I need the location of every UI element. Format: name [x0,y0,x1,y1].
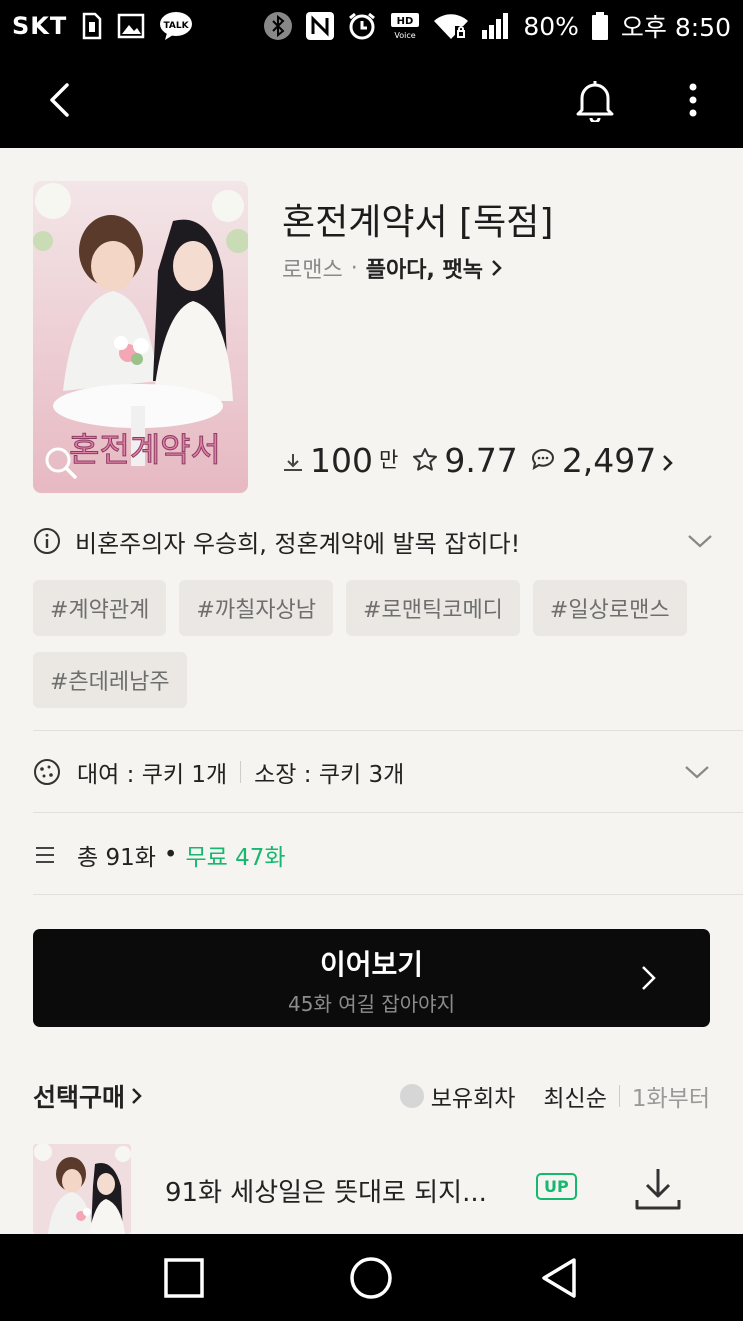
tag-chip[interactable]: #계약관계 [33,580,167,636]
circle-icon [350,1256,393,1299]
purchase-header: 선택구매 보유회차 최신순 1화부터 [33,1078,710,1114]
battery-percent: 80% [523,11,579,41]
episode-count-row: 총 91화 • 무료 47화 [33,835,710,875]
back-nav-button[interactable] [524,1243,594,1313]
episode-row[interactable]: 91화 세상일은 뜻대로 되지... UP [33,1144,710,1234]
kakaotalk-label: TALK [164,21,190,31]
square-icon [164,1257,204,1298]
navigation-bar [0,1234,743,1321]
chevron-right-icon [642,966,656,990]
chevron-down-icon[interactable] [684,764,710,780]
tag-chip[interactable]: #일상로맨스 [532,580,687,636]
battery-icon [591,11,609,41]
select-purchase-link[interactable]: 선택구매 [33,1078,143,1114]
signal-icon [481,12,511,40]
meta-dot: · [350,255,358,281]
info-icon [34,528,60,554]
list-icon [36,847,54,863]
synopsis-text: 비혼주의자 우승희, 정혼계약에 발목 잡히다! [75,529,521,558]
content-area: 혼전계약서 혼전계약서 [독점] 로맨스 · 플아다, 팻녹 100 만 9.7… [0,148,743,1234]
continue-label: 이어보기 [319,948,424,981]
own-price: 소장 : 쿠키 3개 [254,762,405,788]
more-vertical-icon [689,83,697,117]
episode-thumbnail [33,1144,131,1234]
back-button[interactable] [30,70,90,130]
tag-list: #계약관계 #까칠자상남 #로맨틱코메디 #일상로맨스 #츤데레남주 [33,580,723,708]
synopsis-row[interactable]: 비혼주의자 우승희, 정혼계약에 발목 잡히다! [33,521,713,561]
clock: 오후 8:50 [620,13,731,42]
tag-chip[interactable]: #까칠자상남 [179,580,334,636]
genre-label: 로맨스 [282,258,343,283]
continue-reading-button[interactable]: 이어보기 45화 여길 잡아야지 [33,929,710,1027]
cookie-price-row[interactable]: 대여 : 쿠키 1개 소장 : 쿠키 3개 [33,752,710,792]
bell-icon [576,81,614,122]
episode-title: 91화 세상일은 뜻대로 되지... [165,1178,487,1208]
more-button[interactable] [673,70,713,130]
cookie-icon [34,759,60,785]
free-episodes: 무료 47화 [185,845,286,871]
total-episodes: 총 91화 [77,845,156,871]
divider [33,730,743,731]
status-bar: SKT TALK HD Voice 80% 오후 8:50 [0,0,743,52]
cover-illustration: 혼전계약서 [33,181,248,493]
star-icon [412,447,438,477]
select-purchase-label: 선택구매 [33,1083,126,1112]
sort-separator [618,1085,620,1107]
hd-label: HD [397,16,414,27]
chevron-right-icon [132,1088,142,1104]
download-unit: 만 [379,448,399,472]
bluetooth-icon [263,11,293,41]
carrier-label: SKT [12,12,68,40]
sort-first[interactable]: 1화부터 [632,1079,710,1113]
rating-value: 9.77 [444,441,518,480]
sort-latest[interactable]: 최신순 [543,1079,606,1113]
divider [33,812,743,813]
voice-label: Voice [395,31,416,40]
divider [33,894,743,895]
book-cover[interactable]: 혼전계약서 [33,181,248,493]
recents-button[interactable] [149,1243,219,1313]
tag-chip[interactable]: #로맨틱코메디 [346,580,520,636]
comment-count[interactable]: 2,497 [562,444,656,477]
price-separator [240,761,242,783]
chevron-right-icon [492,260,502,276]
authors-link[interactable]: 플아다, 팻녹 [366,252,483,284]
book-meta: 로맨스 · 플아다, 팻녹 [282,252,503,284]
triangle-back-icon [542,1257,576,1298]
chevron-right-icon [662,454,674,477]
download-count: 100 [310,441,373,480]
owned-filter-label[interactable]: 보유회차 [431,1079,516,1113]
sim-icon [81,12,103,40]
wifi-icon [433,12,469,40]
rent-price: 대여 : 쿠키 1개 [77,762,228,788]
cover-title: 혼전계약서 [69,430,221,469]
nfc-icon [305,11,335,41]
hd-voice-icon: HD Voice [389,11,421,41]
alarm-icon [347,11,377,41]
kakaotalk-icon: TALK [159,11,193,41]
gallery-icon [117,13,145,39]
chevron-left-icon [50,83,69,117]
book-stats: 100 만 9.77 2,497 [282,444,680,477]
book-title: 혼전계약서 [독점] [282,202,554,243]
home-button[interactable] [336,1243,406,1313]
chevron-down-icon[interactable] [687,533,713,549]
up-badge: UP [536,1173,577,1200]
download-icon [635,1169,681,1210]
notification-button[interactable] [565,70,625,130]
episodes-dot: • [163,842,178,868]
comment-icon [530,448,556,477]
app-bar [0,52,743,148]
download-button[interactable] [633,1166,683,1216]
tag-chip[interactable]: #츤데레남주 [33,652,187,708]
continue-sub-label: 45화 여길 잡아야지 [288,992,455,1016]
download-count-icon [282,452,304,477]
owned-filter-radio[interactable] [399,1084,424,1108]
